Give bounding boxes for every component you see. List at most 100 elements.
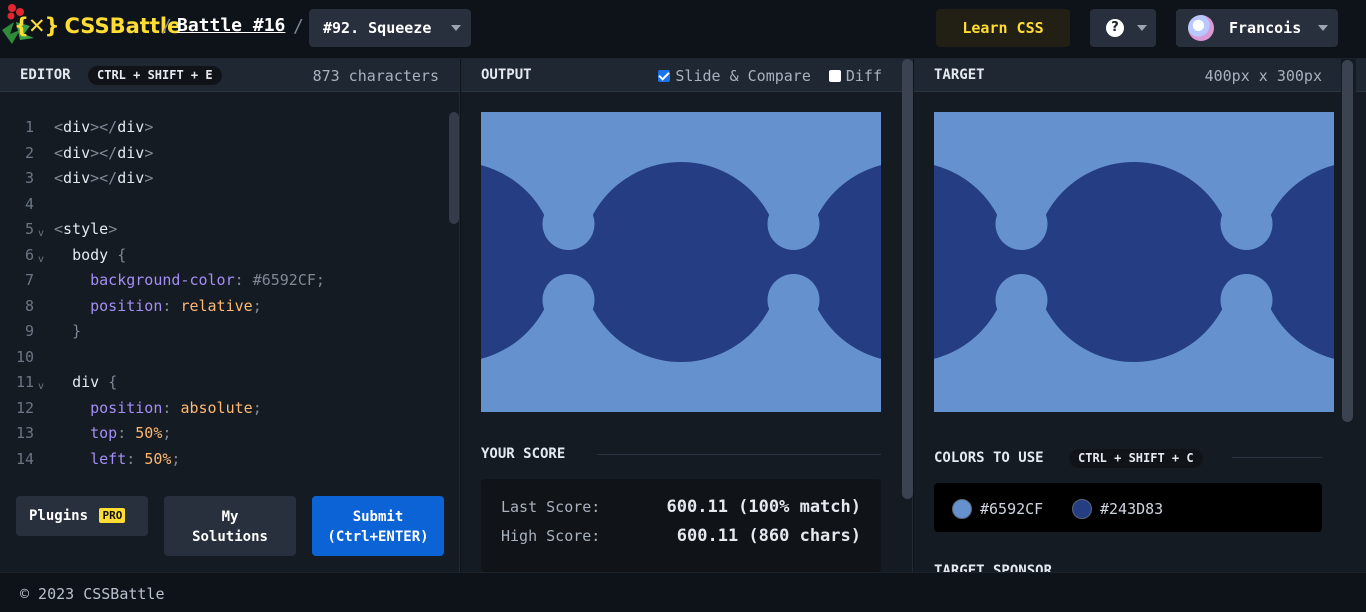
output-title: OUTPUT	[481, 67, 532, 83]
help-menu-button[interactable]: ?	[1090, 9, 1156, 47]
chevron-down-icon	[451, 25, 461, 31]
line-number: 14	[15, 449, 34, 468]
your-score-title: YOUR SCORE	[481, 446, 566, 462]
learn-css-button[interactable]: Learn CSS	[936, 9, 1070, 47]
submit-label-line1: Submit	[352, 509, 404, 525]
color-dot	[1072, 499, 1092, 519]
page-scrollbar[interactable]	[1342, 60, 1353, 422]
slide-compare-toggle[interactable]: Slide & Compare	[658, 67, 811, 85]
logo-mark: {✕}	[14, 14, 59, 38]
code-line[interactable]: 7 background-color: #6592CF;	[0, 268, 440, 294]
code-editor[interactable]: 1 <div></div> 2 <div></div> 3 <div></div> 4 5 v <…	[0, 115, 440, 472]
editor-shortcut-badge: CTRL + SHIFT + E	[88, 66, 222, 85]
target-select-dropdown[interactable]: #92. Squeeze	[309, 9, 471, 47]
output-header: OUTPUT Slide & Compare Diff	[461, 59, 912, 92]
line-number: 11	[15, 373, 34, 391]
line-number: 13	[15, 424, 34, 442]
line-number: 1	[24, 118, 34, 136]
line-number: 8	[24, 296, 34, 315]
code-line[interactable]: 9 }	[0, 319, 440, 345]
plugins-button[interactable]: Plugins PRO	[16, 496, 148, 536]
output-controls: Slide & Compare Diff	[658, 67, 882, 85]
breadcrumb-separator: /	[293, 16, 304, 37]
code-text: }	[72, 322, 82, 340]
code-text: <div></div>	[54, 143, 154, 162]
target-size: 400px x 300px	[1204, 67, 1322, 85]
code-line[interactable]: 12 position: absolute;	[0, 396, 440, 422]
target-sponsor-title: TARGET SPONSOR	[934, 564, 1053, 572]
code-text: top: 50%;	[90, 424, 172, 442]
code-text: position: relative;	[90, 296, 262, 315]
diff-label: Diff	[845, 67, 882, 85]
code-line[interactable]: 13 top: 50%;	[0, 421, 440, 447]
code-line[interactable]: 1 <div></div>	[0, 115, 440, 141]
target-header: TARGET 400px x 300px	[914, 59, 1366, 92]
code-line[interactable]: 3 <div></div>	[0, 166, 440, 192]
code-text: <div></div>	[54, 169, 154, 187]
user-menu-button[interactable]: Francois	[1176, 9, 1338, 47]
line-number: 12	[15, 398, 34, 417]
code-line[interactable]: 8 position: relative;	[0, 294, 440, 320]
avatar	[1188, 15, 1214, 41]
top-bar: {✕} CSSBattle / Battle #16 / #92. Squeez…	[0, 0, 1366, 59]
code-text: <style>	[54, 220, 118, 238]
output-canvas[interactable]	[481, 112, 881, 412]
code-line[interactable]: 10	[0, 345, 440, 371]
output-scrollbar[interactable]	[902, 59, 913, 499]
code-line[interactable]: 14 left: 50%;	[0, 447, 440, 473]
output-panel: OUTPUT Slide & Compare Diff YOUR SCORE L…	[461, 59, 913, 572]
target-canvas[interactable]	[934, 112, 1334, 412]
code-text: position: absolute;	[90, 398, 262, 417]
line-number: 9	[24, 322, 34, 340]
code-line[interactable]: 11 v div {	[0, 370, 440, 396]
line-number: 5	[24, 220, 34, 238]
help-icon: ?	[1106, 19, 1124, 37]
editor-actions: Plugins PRO My Solutions Submit (Ctrl+EN…	[0, 496, 460, 572]
color-swatch[interactable]: #243D83	[1072, 499, 1163, 519]
target-render	[934, 112, 1334, 412]
slide-compare-label: Slide & Compare	[675, 67, 811, 85]
chevron-down-icon	[1318, 25, 1328, 31]
code-line[interactable]: 5 v <style>	[0, 217, 440, 243]
line-number: 6	[24, 245, 34, 264]
cssbattle-logo[interactable]: {✕} CSSBattle	[14, 14, 181, 38]
color-swatch[interactable]: #6592CF	[952, 499, 1043, 519]
output-render	[481, 112, 881, 412]
last-score-value: 600.11 (100% match)	[666, 497, 861, 517]
color-hex: #6592CF	[980, 500, 1044, 518]
slide-compare-checkbox[interactable]	[658, 70, 671, 82]
submit-label-line2: (Ctrl+ENTER)	[327, 529, 429, 545]
character-count: 873 characters	[312, 67, 439, 85]
line-number: 3	[24, 169, 34, 187]
my-solutions-button[interactable]: My Solutions	[164, 496, 296, 556]
diff-checkbox[interactable]	[828, 70, 841, 82]
editor-title: EDITOR	[20, 67, 71, 83]
colors-to-use-title: COLORS TO USE	[934, 450, 1044, 466]
color-hex: #243D83	[1100, 500, 1164, 518]
high-score-value: 600.11 (860 chars)	[676, 526, 861, 546]
last-score-label: Last Score:	[501, 498, 601, 516]
editor-panel: EDITOR CTRL + SHIFT + E 873 characters 1…	[0, 59, 460, 572]
colors-shortcut-badge: CTRL + SHIFT + C	[1069, 449, 1203, 468]
submit-button[interactable]: Submit (Ctrl+ENTER)	[312, 496, 444, 556]
target-select-label: #92. Squeeze	[323, 19, 432, 37]
breadcrumb-separator: /	[161, 16, 172, 37]
score-box: Last Score: 600.11 (100% match) High Sco…	[481, 479, 881, 572]
divider	[597, 454, 881, 455]
color-dot	[952, 499, 972, 519]
editor-scrollbar[interactable]	[449, 112, 459, 224]
colors-palette: #6592CF #243D83	[934, 483, 1322, 532]
line-number: 2	[24, 143, 34, 162]
line-number: 4	[24, 194, 34, 213]
code-line[interactable]: 4	[0, 192, 440, 218]
code-line[interactable]: 2 <div></div>	[0, 141, 440, 167]
target-panel: TARGET 400px x 300px COLORS TO USE CTRL …	[914, 59, 1366, 572]
target-title: TARGET	[934, 67, 985, 83]
code-text: div {	[72, 373, 118, 391]
battle-link[interactable]: Battle #16	[177, 15, 285, 36]
diff-toggle[interactable]: Diff	[828, 67, 882, 85]
pro-badge: PRO	[99, 508, 126, 523]
code-line[interactable]: 6v body {	[0, 243, 440, 269]
copyright: © 2023 CSSBattle	[20, 585, 165, 603]
code-text: body {	[72, 245, 127, 264]
